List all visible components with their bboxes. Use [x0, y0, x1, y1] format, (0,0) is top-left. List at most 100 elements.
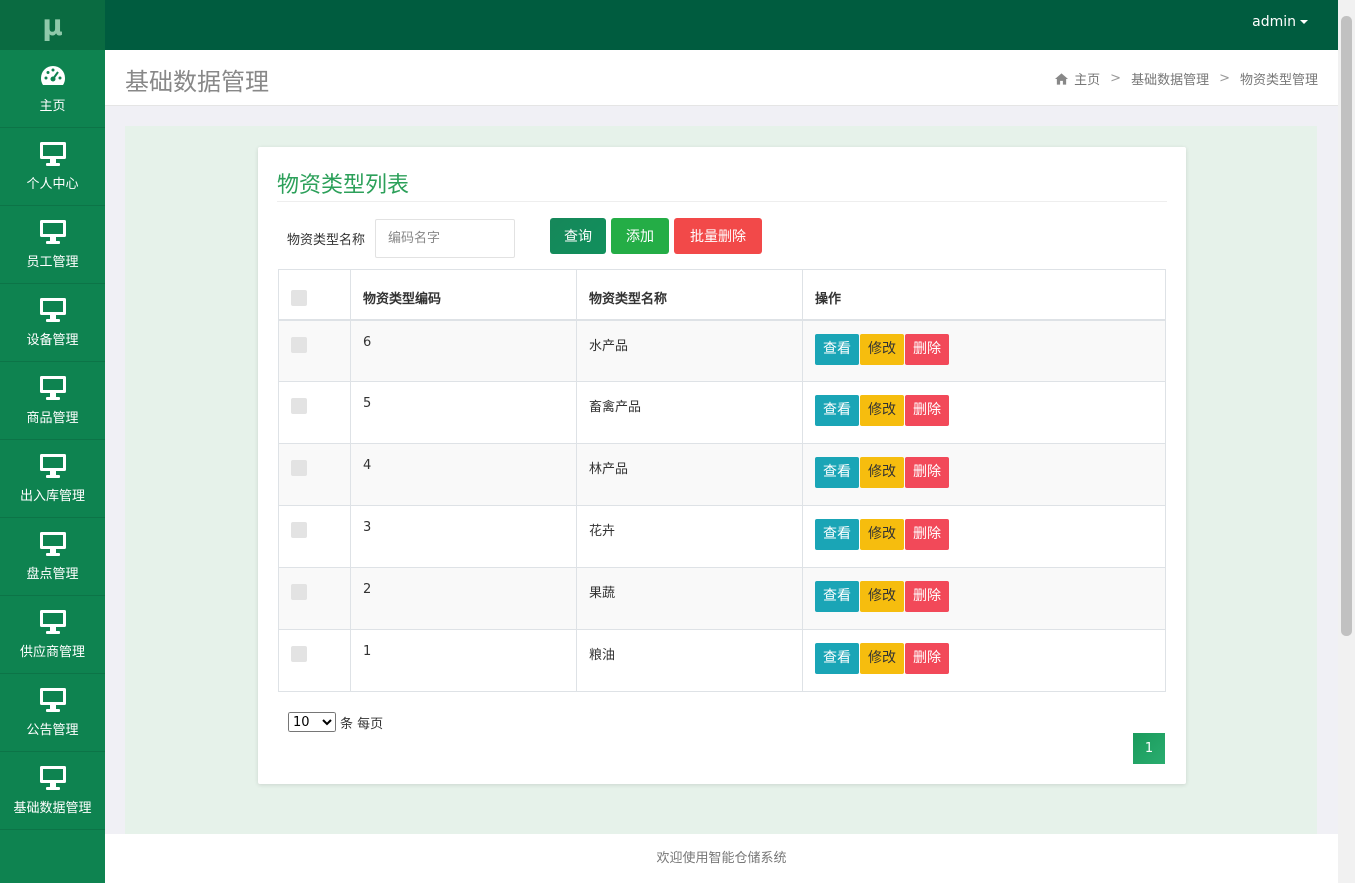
header-code: 物资类型编码: [350, 269, 577, 321]
view-button[interactable]: 查看: [815, 333, 859, 365]
user-menu[interactable]: admin: [1252, 14, 1308, 30]
delete-button[interactable]: 删除: [905, 395, 949, 426]
row-actions: 查看 修改 删除: [802, 567, 1166, 630]
row-code: 2: [350, 567, 577, 630]
caret-down-icon: [1300, 20, 1308, 24]
delete-button[interactable]: 删除: [905, 643, 949, 674]
edit-button[interactable]: 修改: [860, 395, 904, 426]
edit-button[interactable]: 修改: [860, 457, 904, 488]
page-title: 基础数据管理: [125, 68, 269, 96]
row-select-cell: [278, 319, 351, 382]
row-select-cell: [278, 443, 351, 506]
view-button[interactable]: 查看: [815, 395, 859, 426]
row-select-cell: [278, 629, 351, 692]
delete-button[interactable]: 删除: [905, 457, 949, 488]
sidebar-item-label: 设备管理: [26, 333, 79, 348]
edit-button[interactable]: 修改: [860, 519, 904, 550]
sidebar-item-label: 个人中心: [26, 177, 79, 192]
edit-button[interactable]: 修改: [860, 643, 904, 674]
row-select-cell: [278, 381, 351, 444]
divider: [277, 201, 1167, 202]
topbar: admin: [105, 0, 1338, 50]
row-code: 6: [350, 319, 577, 382]
search-input[interactable]: [375, 219, 515, 258]
breadcrumb-basic-data[interactable]: 基础数据管理: [1131, 69, 1209, 88]
monitor-icon: [39, 141, 67, 173]
sidebar-item-7[interactable]: 供应商管理: [0, 596, 105, 674]
monitor-icon: [39, 297, 67, 329]
row-name: 畜禽产品: [576, 381, 803, 444]
header-actions: 操作: [802, 269, 1166, 321]
search-label: 物资类型名称: [287, 233, 366, 248]
breadcrumb-current: 物资类型管理: [1239, 73, 1318, 88]
add-button[interactable]: 添加: [611, 218, 669, 254]
table-row: 2 果蔬 查看 修改 删除: [278, 567, 1166, 630]
table-row: 1 粮油 查看 修改 删除: [278, 629, 1166, 692]
row-name: 花卉: [576, 505, 803, 568]
edit-button[interactable]: 修改: [860, 581, 904, 612]
monitor-icon: [39, 765, 67, 797]
row-checkbox[interactable]: [291, 460, 307, 476]
header-name: 物资类型名称: [576, 269, 803, 321]
sidebar-item-5[interactable]: 出入库管理: [0, 440, 105, 518]
table-header-row: 物资类型编码 物资类型名称 操作: [278, 269, 1166, 321]
row-name: 水产品: [576, 319, 803, 382]
delete-button[interactable]: 删除: [905, 519, 949, 550]
sidebar-item-1[interactable]: 个人中心: [0, 128, 105, 206]
sidebar-item-9[interactable]: 基础数据管理: [0, 752, 105, 830]
sidebar-item-6[interactable]: 盘点管理: [0, 518, 105, 596]
page-size-select[interactable]: 10: [288, 712, 336, 732]
row-actions: 查看 修改 删除: [802, 443, 1166, 506]
app-logo: μ: [0, 0, 105, 50]
view-button[interactable]: 查看: [815, 519, 859, 550]
sidebar-item-4[interactable]: 商品管理: [0, 362, 105, 440]
sidebar-item-label: 供应商管理: [19, 645, 85, 660]
row-code: 5: [350, 381, 577, 444]
sidebar-item-label: 主页: [39, 99, 66, 114]
table-row: 3 花卉 查看 修改 删除: [278, 505, 1166, 568]
scrollbar-thumb[interactable]: [1341, 16, 1352, 636]
row-name: 粮油: [576, 629, 803, 692]
list-card: 物资类型列表 物资类型名称 查询 添加 批量删除 物资类型编码 物资类型名称 操…: [258, 147, 1186, 784]
page-number-button[interactable]: 1: [1133, 733, 1165, 764]
query-button[interactable]: 查询: [550, 218, 606, 254]
table-row: 6 水产品 查看 修改 删除: [278, 319, 1166, 382]
monitor-icon: [39, 219, 67, 251]
sidebar-item-2[interactable]: 员工管理: [0, 206, 105, 284]
page-size-suffix: 条 每页: [340, 717, 384, 732]
card-title: 物资类型列表: [277, 173, 410, 198]
row-checkbox[interactable]: [291, 398, 307, 414]
view-button[interactable]: 查看: [815, 581, 859, 612]
view-button[interactable]: 查看: [815, 457, 859, 488]
monitor-icon: [39, 609, 67, 641]
sidebar-item-label: 员工管理: [26, 255, 79, 270]
sidebar-item-label: 盘点管理: [26, 567, 79, 582]
row-code: 4: [350, 443, 577, 506]
select-all-checkbox[interactable]: [291, 290, 307, 306]
row-name: 林产品: [576, 443, 803, 506]
view-button[interactable]: 查看: [815, 643, 859, 674]
batch-delete-button[interactable]: 批量删除: [674, 218, 762, 254]
row-checkbox[interactable]: [291, 336, 307, 353]
breadcrumb-home[interactable]: 主页: [1074, 69, 1100, 88]
sidebar-item-3[interactable]: 设备管理: [0, 284, 105, 362]
row-actions: 查看 修改 删除: [802, 505, 1166, 568]
sidebar-item-8[interactable]: 公告管理: [0, 674, 105, 752]
table-row: 4 林产品 查看 修改 删除: [278, 443, 1166, 506]
monitor-icon: [39, 687, 67, 719]
sidebar-item-label: 商品管理: [26, 411, 79, 426]
row-checkbox[interactable]: [291, 522, 307, 538]
row-actions: 查看 修改 删除: [802, 629, 1166, 692]
data-table: 物资类型编码 物资类型名称 操作 6 水产品 查看 修改 删除 5 畜禽产品 查看 修改 删除 4 林…: [278, 269, 1166, 692]
monitor-icon: [39, 375, 67, 407]
row-select-cell: [278, 505, 351, 568]
scrollbar[interactable]: [1338, 0, 1355, 883]
row-checkbox[interactable]: [291, 646, 307, 662]
edit-button[interactable]: 修改: [860, 333, 904, 365]
row-checkbox[interactable]: [291, 584, 307, 600]
delete-button[interactable]: 删除: [905, 333, 949, 365]
row-code: 1: [350, 629, 577, 692]
delete-button[interactable]: 删除: [905, 581, 949, 612]
sidebar-item-0[interactable]: 主页: [0, 50, 105, 128]
row-actions: 查看 修改 删除: [802, 381, 1166, 444]
